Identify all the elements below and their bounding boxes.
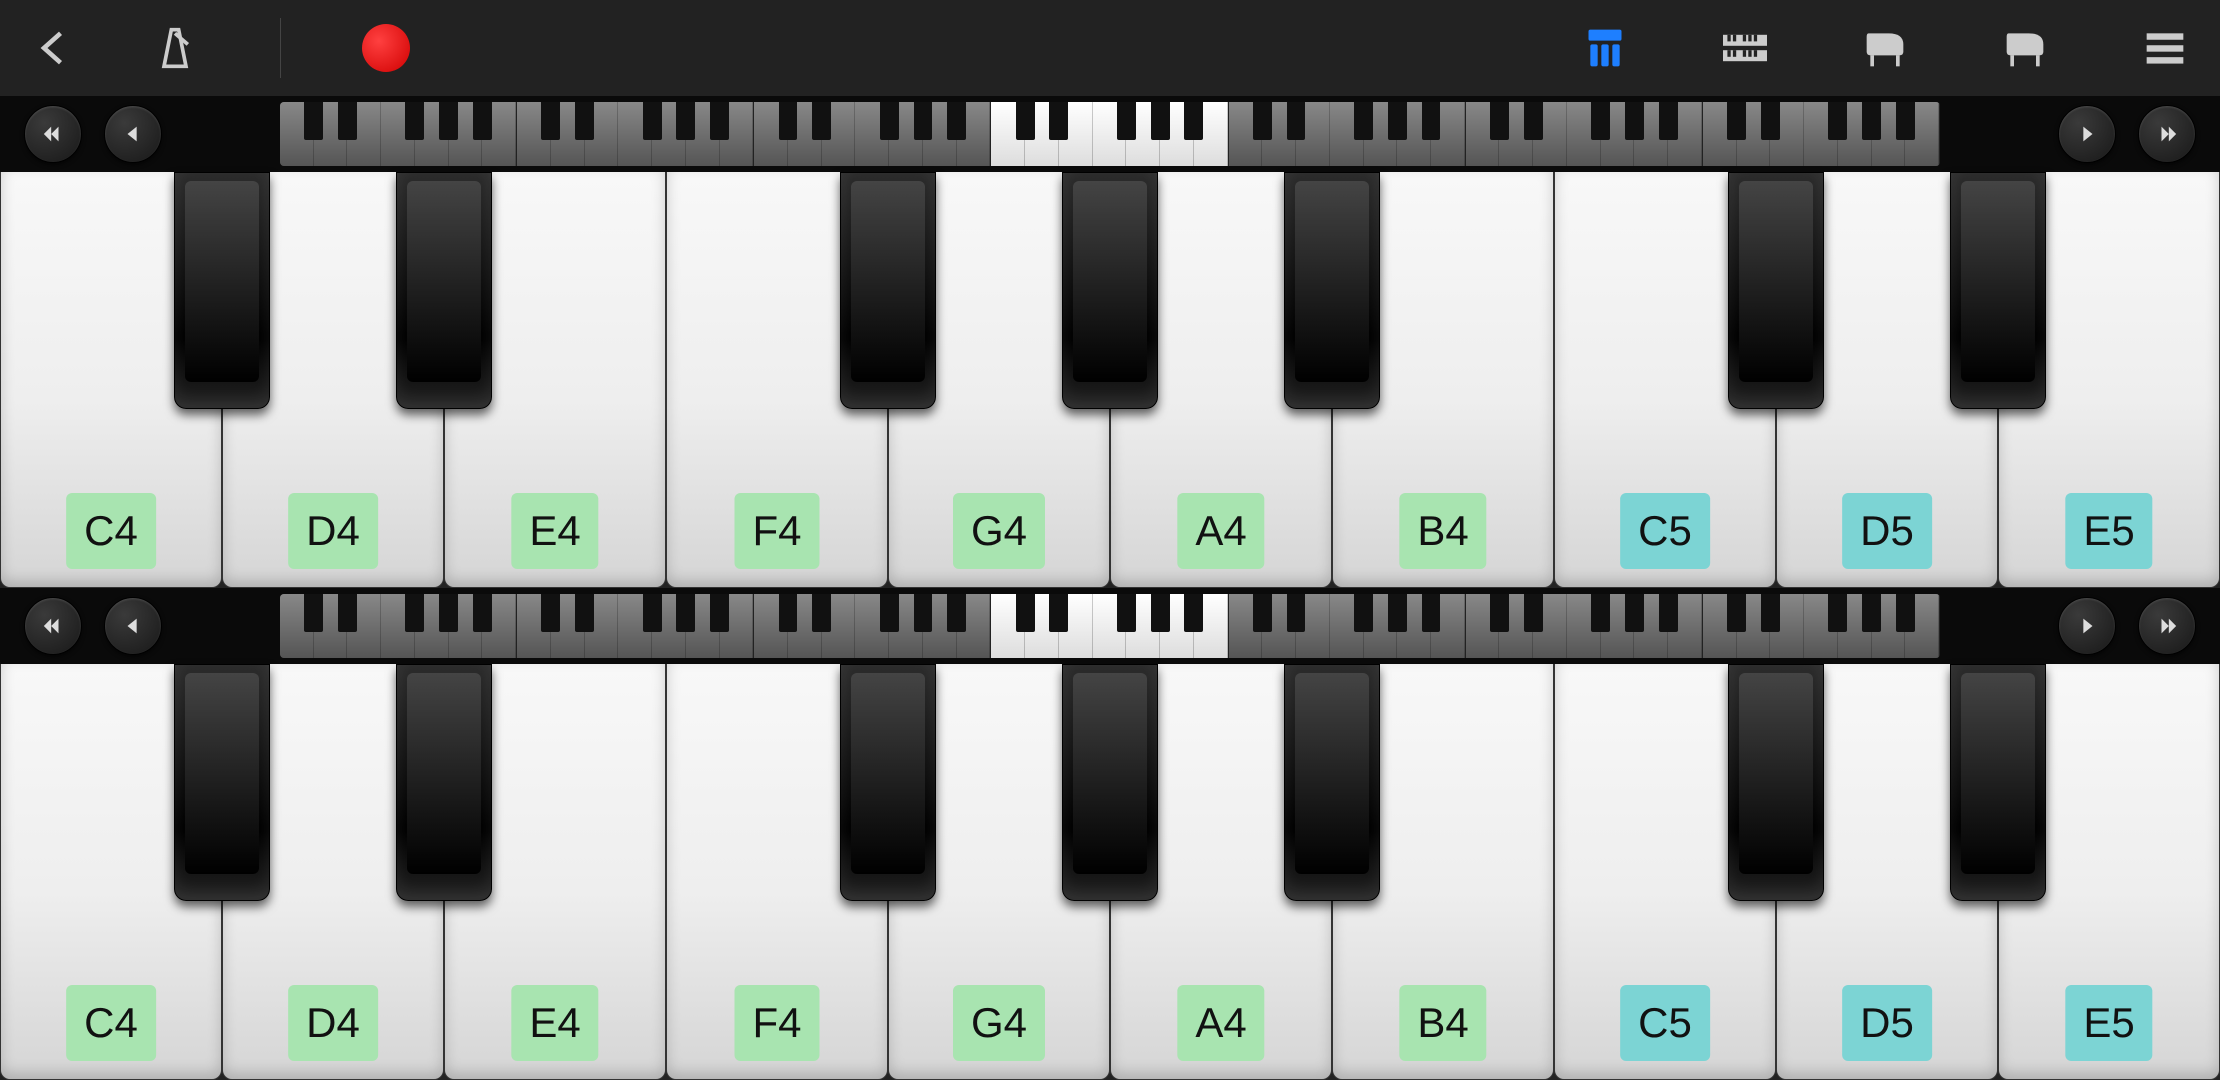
record-button[interactable]	[361, 23, 411, 73]
step-back-button[interactable]	[104, 105, 162, 163]
piano-2-icon[interactable]	[2000, 23, 2050, 73]
key-label: C4	[66, 985, 156, 1061]
mini-keyboard-upper[interactable]	[280, 102, 1940, 166]
black-key-As4[interactable]	[1284, 172, 1380, 409]
black-key-Ds4[interactable]	[396, 172, 492, 409]
key-label: E5	[2065, 493, 2152, 569]
black-key-As4[interactable]	[1284, 664, 1380, 901]
top-toolbar	[0, 0, 2220, 96]
black-key-Gs4[interactable]	[1062, 664, 1158, 901]
key-label: D4	[288, 985, 378, 1061]
dual-mode-icon[interactable]	[1580, 23, 1630, 73]
step-forward-button[interactable]	[2058, 105, 2116, 163]
black-key-Ds5[interactable]	[1950, 664, 2046, 901]
keyboard-layout-icon[interactable]	[1720, 23, 1770, 73]
key-label: C4	[66, 493, 156, 569]
fast-forward-button[interactable]	[2138, 105, 2196, 163]
key-label: C5	[1620, 493, 1710, 569]
toolbar-divider	[280, 18, 281, 78]
black-key-Ds4[interactable]	[396, 664, 492, 901]
black-key-Fs4[interactable]	[840, 664, 936, 901]
step-back-button[interactable]	[104, 597, 162, 655]
playable-keys-upper: C4 D4 E4 F4 G4 A4 B4 C5 D5 E5	[0, 172, 2220, 588]
step-forward-button[interactable]	[2058, 597, 2116, 655]
black-key-Gs4[interactable]	[1062, 172, 1158, 409]
key-label: G4	[953, 493, 1045, 569]
keyboard-section-upper: C4 D4 E4 F4 G4 A4 B4 C5 D5 E5	[0, 96, 2220, 588]
nav-row-upper	[0, 96, 2220, 172]
black-key-Ds5[interactable]	[1950, 172, 2046, 409]
black-key-Cs5[interactable]	[1728, 664, 1824, 901]
key-label: D5	[1842, 985, 1932, 1061]
key-label: B4	[1399, 493, 1486, 569]
key-label: E5	[2065, 985, 2152, 1061]
black-key-Cs4[interactable]	[174, 664, 270, 901]
metronome-icon[interactable]	[150, 23, 200, 73]
key-label: A4	[1177, 985, 1264, 1061]
fast-back-button[interactable]	[24, 105, 82, 163]
black-key-Cs5[interactable]	[1728, 172, 1824, 409]
black-key-Fs4[interactable]	[840, 172, 936, 409]
key-label: C5	[1620, 985, 1710, 1061]
menu-icon[interactable]	[2140, 23, 2190, 73]
key-label: D5	[1842, 493, 1932, 569]
black-key-Cs4[interactable]	[174, 172, 270, 409]
key-label: E4	[511, 985, 598, 1061]
piano-1-icon[interactable]	[1860, 23, 1910, 73]
key-label: B4	[1399, 985, 1486, 1061]
back-button[interactable]	[30, 23, 80, 73]
key-label: E4	[511, 493, 598, 569]
mini-keyboard-lower[interactable]	[280, 594, 1940, 658]
key-label: D4	[288, 493, 378, 569]
key-label: G4	[953, 985, 1045, 1061]
nav-row-lower	[0, 588, 2220, 664]
key-label: F4	[734, 493, 819, 569]
fast-forward-button[interactable]	[2138, 597, 2196, 655]
playable-keys-lower: C4 D4 E4 F4 G4 A4 B4 C5 D5 E5	[0, 664, 2220, 1080]
fast-back-button[interactable]	[24, 597, 82, 655]
key-label: F4	[734, 985, 819, 1061]
key-label: A4	[1177, 493, 1264, 569]
keyboard-section-lower: C4 D4 E4 F4 G4 A4 B4 C5 D5 E5	[0, 588, 2220, 1080]
